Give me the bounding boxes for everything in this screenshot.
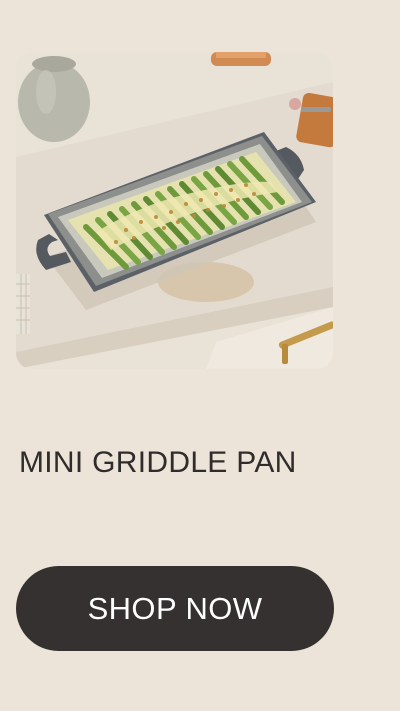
product-title: MINI GRIDDLE PAN — [19, 446, 297, 479]
product-image[interactable] — [16, 52, 333, 369]
griddle-pan-illustration — [16, 52, 333, 369]
shop-now-button[interactable]: SHOP NOW — [16, 566, 334, 651]
product-card: MINI GRIDDLE PAN SHOP NOW — [0, 0, 400, 711]
